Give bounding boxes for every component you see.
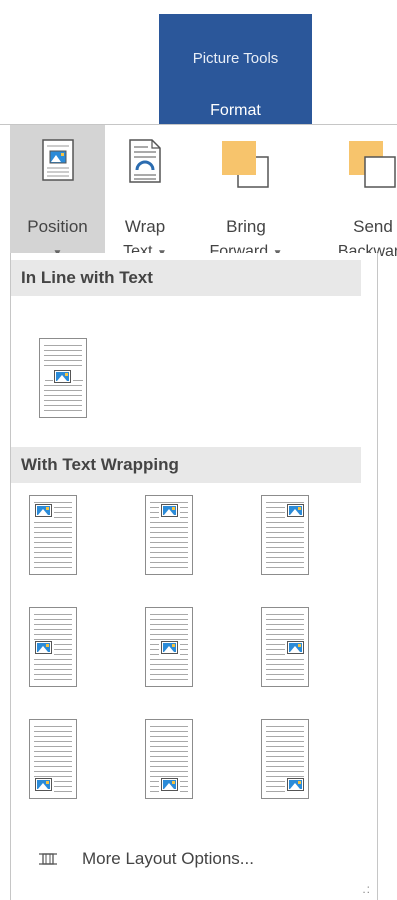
picture-icon xyxy=(35,504,52,517)
picture-tools-context-tab: Picture Tools Format xyxy=(159,14,312,124)
picture-icon xyxy=(287,641,304,654)
wrap-bottom-left-option[interactable] xyxy=(29,719,77,799)
position-dropdown: In Line with Text With Text Wrapping Mor… xyxy=(10,253,378,900)
bring-forward-button[interactable]: Bring Forward ▼ xyxy=(184,125,308,260)
inline-with-text-option[interactable] xyxy=(39,338,87,418)
position-icon xyxy=(41,139,74,181)
send-backward-label-line1: Send xyxy=(353,217,393,236)
inline-section-header: In Line with Text xyxy=(11,260,361,296)
picture-icon xyxy=(161,504,178,517)
position-label: Position xyxy=(27,217,88,236)
wrap-bottom-right-option[interactable] xyxy=(261,719,309,799)
wrap-middle-left-option[interactable] xyxy=(29,607,77,687)
wrap-top-right-option[interactable] xyxy=(261,495,309,575)
resize-grip[interactable]: .: xyxy=(362,882,371,896)
wrap-middle-right-option[interactable] xyxy=(261,607,309,687)
picture-icon xyxy=(54,370,71,383)
wrap-text-label-line1: Wrap xyxy=(124,217,166,236)
wrap-top-left-option[interactable] xyxy=(29,495,77,575)
position-button[interactable]: Position ▼ xyxy=(10,125,105,259)
wrap-text-button[interactable]: Wrap Text ▼ xyxy=(108,125,182,260)
bring-forward-label-line1: Bring xyxy=(226,217,266,236)
more-layout-options-label: More Layout Options... xyxy=(82,849,254,868)
picture-icon xyxy=(161,641,178,654)
send-backward-button[interactable]: Send Backward xyxy=(308,125,397,260)
tab-format[interactable]: Format xyxy=(159,102,312,120)
wrap-middle-center-option[interactable] xyxy=(145,607,193,687)
send-backward-icon xyxy=(349,141,396,188)
picture-icon xyxy=(161,778,178,791)
context-group-label: Picture Tools xyxy=(192,50,279,67)
wrap-top-center-option[interactable] xyxy=(145,495,193,575)
more-layout-options-item[interactable]: More Layout Options... xyxy=(11,843,377,875)
wrap-bottom-center-option[interactable] xyxy=(145,719,193,799)
wrapping-section-header: With Text Wrapping xyxy=(11,447,361,483)
bring-forward-icon xyxy=(222,141,269,188)
wrap-text-icon xyxy=(129,139,161,183)
picture-icon xyxy=(35,778,52,791)
layout-options-icon xyxy=(39,853,57,865)
ribbon-arrange-group: Position ▼ Wrap Text ▼ Bring Forward ▼ S… xyxy=(0,125,397,260)
picture-icon xyxy=(35,641,52,654)
picture-icon xyxy=(287,778,304,791)
picture-icon xyxy=(287,504,304,517)
